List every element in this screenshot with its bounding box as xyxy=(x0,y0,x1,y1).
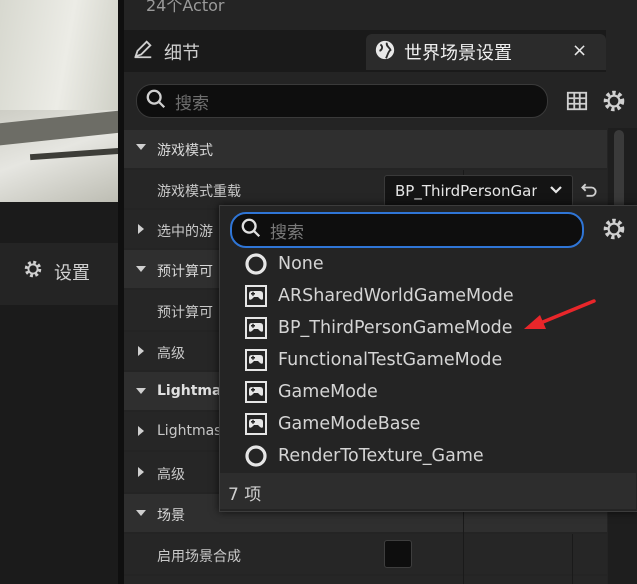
property-matrix-button[interactable] xyxy=(566,90,588,116)
gamepad-icon xyxy=(244,284,268,308)
settings-label: 设置 xyxy=(54,262,90,284)
settings-button[interactable]: 设置 xyxy=(22,258,90,285)
tab-details[interactable]: 细节 xyxy=(132,38,200,65)
pencil-icon xyxy=(132,38,154,65)
property-row-next xyxy=(124,576,607,584)
scene-composition-checkbox[interactable] xyxy=(384,540,412,568)
expand-arrow-icon xyxy=(134,465,148,483)
option-label: FunctionalTestGameMode xyxy=(278,350,503,370)
actor-count: 24个Actor xyxy=(146,0,225,15)
dropdown-option-arshared[interactable]: ARSharedWorldGameMode xyxy=(244,282,514,310)
item-count: 7 项 xyxy=(228,485,262,505)
reset-to-default-button[interactable] xyxy=(579,180,599,204)
expand-arrow-icon xyxy=(134,344,148,362)
tab-world-settings-label: 世界场景设置 xyxy=(404,43,512,64)
collapse-arrow-icon xyxy=(134,506,148,524)
chevron-down-icon xyxy=(548,182,564,202)
dropdown-settings-button[interactable] xyxy=(601,216,627,246)
expand-arrow-icon xyxy=(134,424,148,442)
property-label: 预计算可 xyxy=(157,305,213,321)
search-icon xyxy=(240,217,262,243)
property-label: 游戏模式重载 xyxy=(157,184,241,200)
category-label: Lightmas xyxy=(157,423,222,439)
option-label: RenderToTexture_Game xyxy=(278,446,484,466)
dropdown-option-functionaltest[interactable]: FunctionalTestGameMode xyxy=(244,346,502,374)
dropdown-option-none[interactable]: None xyxy=(244,250,324,278)
expand-arrow-icon xyxy=(134,222,148,240)
circle-icon xyxy=(244,252,268,276)
tab-world-settings[interactable]: 世界场景设置 xyxy=(366,34,606,70)
circle-icon xyxy=(244,444,268,468)
column-divider-reset xyxy=(572,534,573,584)
dropdown-footer xyxy=(220,473,636,509)
option-label: None xyxy=(278,254,324,274)
game-mode-combo[interactable]: BP_ThirdPersonGameMode xyxy=(384,175,573,207)
option-label: BP_ThirdPersonGameMode xyxy=(278,318,513,338)
category-label: 游戏模式 xyxy=(157,143,213,159)
details-settings-button[interactable] xyxy=(601,88,627,118)
category-label: Lightma xyxy=(157,383,222,399)
gamepad-icon xyxy=(244,348,268,372)
search-placeholder: 搜索 xyxy=(175,93,209,114)
property-row-scene-composition: 启用场景合成 xyxy=(124,534,607,574)
close-tab-button[interactable]: × xyxy=(572,40,587,61)
category-label: 高级 xyxy=(157,467,185,483)
category-label: 场景 xyxy=(157,508,185,524)
gamepad-icon xyxy=(244,380,268,404)
dropdown-option-rendertotexture[interactable]: RenderToTexture_Game xyxy=(244,442,484,470)
annotation-arrow-icon xyxy=(520,295,600,339)
dropdown-search-input[interactable]: 搜索 xyxy=(230,212,584,248)
dropdown-option-gamemodebase[interactable]: GameModeBase xyxy=(244,410,420,438)
dropdown-search-placeholder: 搜索 xyxy=(270,222,304,243)
viewport[interactable] xyxy=(0,0,118,202)
option-label: GameModeBase xyxy=(278,414,421,434)
gear-icon xyxy=(22,258,44,285)
gear-icon xyxy=(601,218,627,246)
gamepad-icon xyxy=(244,412,268,436)
dropdown-option-gamemode[interactable]: GameMode xyxy=(244,378,378,406)
table-icon xyxy=(566,91,588,116)
category-label: 选中的游 xyxy=(157,224,213,240)
search-icon xyxy=(145,88,167,114)
dropdown-option-bp-thirdperson[interactable]: BP_ThirdPersonGameMode xyxy=(244,314,513,342)
globe-icon xyxy=(374,39,396,65)
category-game-mode[interactable]: 游戏模式 xyxy=(124,130,607,168)
gear-icon xyxy=(601,90,627,118)
option-label: GameMode xyxy=(278,382,378,402)
collapse-arrow-icon xyxy=(134,384,148,402)
category-label: 预计算可 xyxy=(157,264,213,280)
option-label: ARSharedWorldGameMode xyxy=(278,286,514,306)
property-label: 启用场景合成 xyxy=(157,549,241,565)
collapse-arrow-icon xyxy=(134,262,148,280)
details-search-input[interactable]: 搜索 xyxy=(136,84,548,118)
collapse-arrow-icon xyxy=(134,140,148,158)
undo-icon xyxy=(579,183,599,204)
gamepad-icon xyxy=(244,316,268,340)
category-label: 高级 xyxy=(157,346,185,362)
tab-details-label: 细节 xyxy=(164,42,200,64)
combo-value: BP_ThirdPersonGameMode xyxy=(395,182,537,200)
